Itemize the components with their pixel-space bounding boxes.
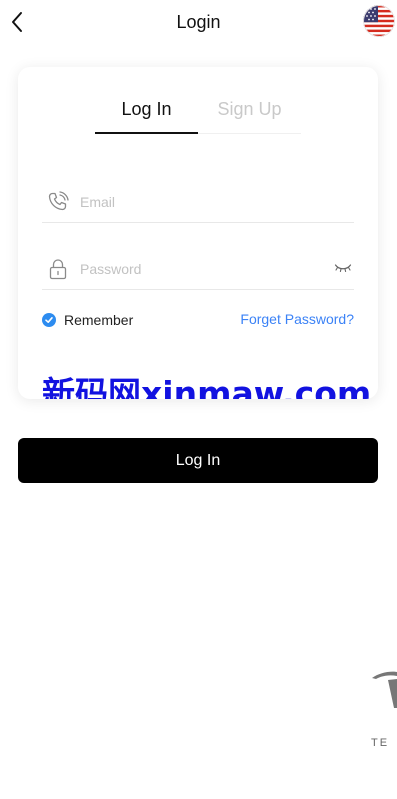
eye-closed-icon[interactable] xyxy=(334,262,352,274)
email-input[interactable] xyxy=(80,191,330,213)
page-title: Login xyxy=(176,12,221,32)
header: Login xyxy=(0,0,397,46)
tesla-logo-icon xyxy=(372,671,397,708)
tab-sign-up[interactable]: Sign Up xyxy=(198,89,301,131)
language-button[interactable] xyxy=(363,5,395,37)
lock-icon xyxy=(49,259,67,280)
forgot-password-link[interactable]: Forget Password? xyxy=(240,311,354,327)
login-card: Log In Sign Up Email Remember Forget Pas… xyxy=(18,67,378,399)
login-button[interactable]: Log In xyxy=(18,438,378,483)
password-field xyxy=(42,251,354,290)
phone-icon xyxy=(48,191,69,211)
check-circle-icon xyxy=(42,313,56,327)
remember-checkbox[interactable]: Remember xyxy=(42,311,133,329)
active-tab-indicator xyxy=(95,132,198,134)
tab-log-in[interactable]: Log In xyxy=(95,89,198,131)
remember-label: Remember xyxy=(64,312,134,328)
brand-text: TE xyxy=(371,737,390,749)
login-page: Login Log In Sign Up Email Remember Forg… xyxy=(0,0,397,799)
email-field xyxy=(42,184,354,223)
auth-tabs: Log In Sign Up xyxy=(95,89,301,134)
us-flag-icon xyxy=(363,5,395,37)
password-input[interactable] xyxy=(80,258,330,280)
watermark: 新码网xinmaw.com xyxy=(42,374,372,399)
